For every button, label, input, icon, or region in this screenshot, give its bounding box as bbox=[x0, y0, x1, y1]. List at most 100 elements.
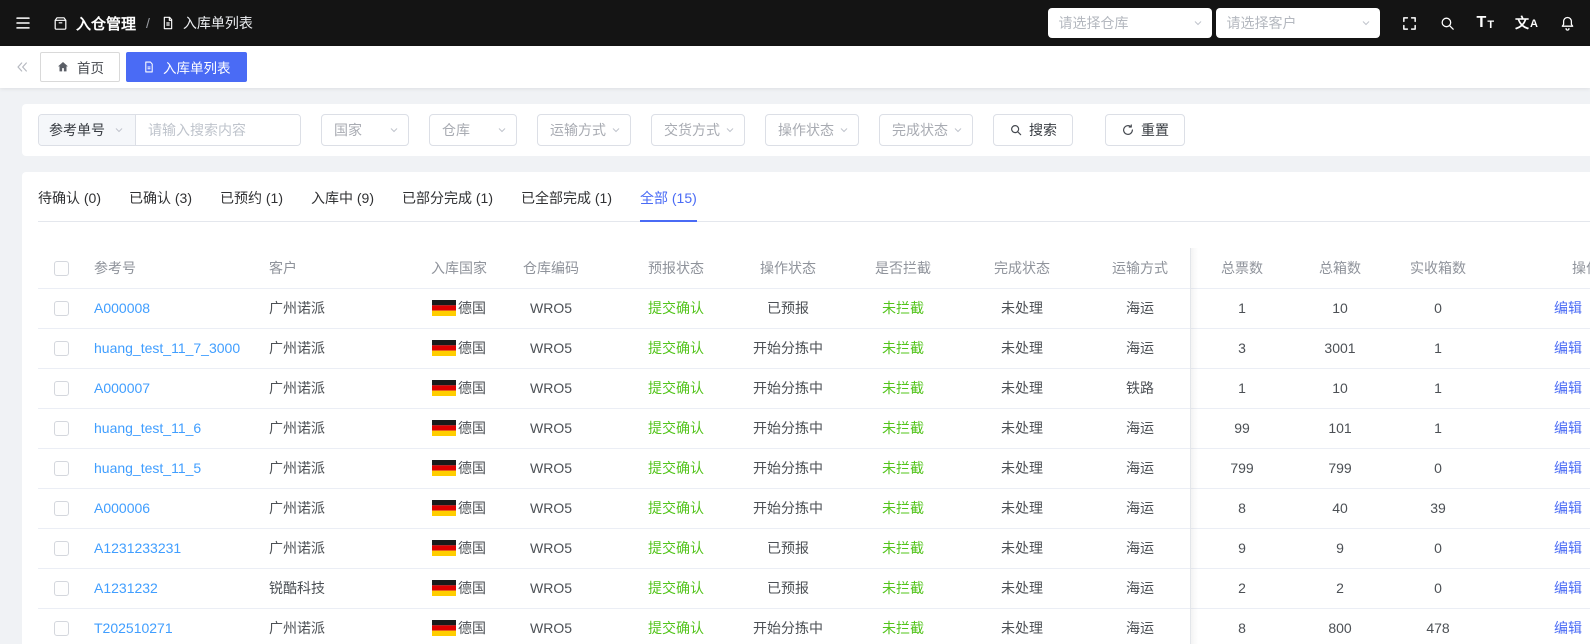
country-cell: 德国 bbox=[432, 618, 486, 638]
filter-select[interactable]: 交货方式 bbox=[651, 114, 745, 146]
row-checkbox[interactable] bbox=[53, 341, 69, 357]
total-boxes-cell: 2 bbox=[1274, 568, 1406, 609]
status-tab[interactable]: 已预约 (1) bbox=[220, 188, 283, 221]
customer-select[interactable]: 请选择客户 bbox=[1215, 8, 1380, 38]
table-row: T202510271 广州诺派 德国 WRO5 提交确认 开始分拣中 未拦截 未… bbox=[38, 608, 1590, 644]
edit-link[interactable]: 编辑 bbox=[1554, 540, 1582, 556]
country-cell: 德国 bbox=[432, 418, 486, 438]
total-boxes-cell: 10 bbox=[1274, 368, 1406, 409]
customer-cell: 广州诺派 bbox=[259, 288, 424, 329]
topbar-right: 请选择仓库 请选择客户 TT 文A bbox=[1044, 8, 1576, 38]
col-header-spacer bbox=[1470, 248, 1550, 289]
search-icon[interactable] bbox=[1439, 15, 1456, 32]
fullscreen-icon[interactable] bbox=[1401, 15, 1418, 32]
status-tab[interactable]: 全部 (15) bbox=[640, 188, 697, 222]
menu-toggle-icon[interactable] bbox=[14, 14, 32, 32]
row-checkbox[interactable] bbox=[53, 541, 69, 557]
breadcrumb-separator: / bbox=[146, 15, 150, 31]
filter-select-label: 运输方式 bbox=[550, 122, 606, 138]
filter-select-label: 交货方式 bbox=[664, 122, 720, 138]
forecast-status-cell: 提交确认 bbox=[608, 408, 744, 449]
reference-link[interactable]: A000007 bbox=[94, 380, 150, 396]
search-button[interactable]: 搜索 bbox=[993, 114, 1073, 146]
status-tab[interactable]: 待确认 (0) bbox=[38, 188, 101, 221]
tab-inbound-list[interactable]: 入库单列表 bbox=[126, 52, 247, 82]
operation-status-cell: 开始分拣中 bbox=[744, 608, 832, 644]
country-label: 德国 bbox=[458, 379, 486, 396]
reference-link[interactable]: huang_test_11_6 bbox=[94, 420, 201, 436]
refresh-icon bbox=[1121, 123, 1135, 137]
package-box-icon bbox=[52, 15, 69, 32]
reset-button[interactable]: 重置 bbox=[1105, 114, 1185, 146]
reference-link[interactable]: T202510271 bbox=[94, 620, 173, 636]
reference-link[interactable]: huang_test_11_7_3000 bbox=[94, 340, 240, 356]
col-header-intercept: 是否拦截 bbox=[832, 248, 974, 289]
reference-link[interactable]: A1231233231 bbox=[94, 540, 181, 556]
germany-flag-icon bbox=[432, 419, 456, 436]
operation-status-cell: 开始分拣中 bbox=[744, 408, 832, 449]
status-tab[interactable]: 入库中 (9) bbox=[311, 188, 374, 221]
total-boxes-cell: 40 bbox=[1274, 488, 1406, 529]
spacer-cell bbox=[1470, 568, 1550, 609]
tab-home[interactable]: 首页 bbox=[40, 52, 120, 82]
edit-link[interactable]: 编辑 bbox=[1554, 380, 1582, 396]
edit-link[interactable]: 编辑 bbox=[1554, 580, 1582, 596]
complete-status-cell: 未处理 bbox=[974, 448, 1070, 489]
translate-icon[interactable]: 文A bbox=[1515, 16, 1538, 30]
chevron-down-icon bbox=[388, 124, 400, 136]
row-checkbox[interactable] bbox=[53, 581, 69, 597]
edit-link[interactable]: 编辑 bbox=[1554, 340, 1582, 356]
col-header-forecast-status: 预报状态 bbox=[608, 248, 744, 289]
search-field-select[interactable]: 参考单号 bbox=[39, 115, 136, 145]
reference-link[interactable]: huang_test_11_5 bbox=[94, 460, 201, 476]
edit-link[interactable]: 编辑 bbox=[1554, 620, 1582, 636]
search-input[interactable] bbox=[136, 115, 300, 145]
row-checkbox[interactable] bbox=[53, 461, 69, 477]
edit-link[interactable]: 编辑 bbox=[1554, 420, 1582, 436]
reference-link[interactable]: A000008 bbox=[94, 300, 150, 316]
filter-select[interactable]: 国家 bbox=[321, 114, 409, 146]
col-header-complete-status: 完成状态 bbox=[974, 248, 1070, 289]
country-cell: 德国 bbox=[432, 378, 486, 398]
edit-link[interactable]: 编辑 bbox=[1554, 500, 1582, 516]
transport-cell: 海运 bbox=[1070, 408, 1210, 449]
breadcrumb-page[interactable]: 入库单列表 bbox=[160, 13, 253, 33]
document-icon bbox=[160, 15, 176, 31]
status-tab[interactable]: 已确认 (3) bbox=[129, 188, 192, 221]
total-tickets-cell: 8 bbox=[1210, 608, 1274, 644]
total-boxes-cell: 10 bbox=[1274, 288, 1406, 329]
edit-link[interactable]: 编辑 bbox=[1554, 460, 1582, 476]
filter-select[interactable]: 运输方式 bbox=[537, 114, 631, 146]
row-checkbox[interactable] bbox=[53, 301, 69, 317]
search-field-label: 参考单号 bbox=[49, 122, 105, 138]
filter-select[interactable]: 完成状态 bbox=[879, 114, 973, 146]
intercept-status-cell: 未拦截 bbox=[832, 608, 974, 644]
filter-select[interactable]: 操作状态 bbox=[765, 114, 859, 146]
collapse-double-chevron-icon[interactable] bbox=[14, 59, 30, 75]
edit-link[interactable]: 编辑 bbox=[1554, 300, 1582, 316]
row-checkbox[interactable] bbox=[53, 421, 69, 437]
font-size-icon[interactable]: TT bbox=[1477, 15, 1495, 31]
notifications-bell-icon[interactable] bbox=[1559, 15, 1576, 32]
filter-select[interactable]: 仓库 bbox=[429, 114, 517, 146]
col-header-operation-status: 操作状态 bbox=[744, 248, 832, 289]
germany-flag-icon bbox=[432, 539, 456, 556]
home-icon bbox=[56, 60, 70, 74]
breadcrumb-module[interactable]: 入仓管理 bbox=[52, 13, 136, 34]
status-tab[interactable]: 已部分完成 (1) bbox=[402, 188, 493, 221]
warehouse-select[interactable]: 请选择仓库 bbox=[1047, 8, 1212, 38]
transport-cell: 海运 bbox=[1070, 488, 1210, 529]
customer-cell: 广州诺派 bbox=[259, 328, 424, 369]
country-cell: 德国 bbox=[432, 298, 486, 318]
chevron-down-icon bbox=[724, 124, 736, 136]
row-checkbox[interactable] bbox=[53, 501, 69, 517]
status-tab-label: 已预约 (1) bbox=[220, 190, 283, 206]
row-checkbox[interactable] bbox=[53, 621, 69, 637]
row-checkbox[interactable] bbox=[53, 381, 69, 397]
country-label: 德国 bbox=[458, 579, 486, 596]
operation-status-cell: 开始分拣中 bbox=[744, 328, 832, 369]
reference-link[interactable]: A1231232 bbox=[94, 580, 158, 596]
reference-link[interactable]: A000006 bbox=[94, 500, 150, 516]
status-tab[interactable]: 已全部完成 (1) bbox=[521, 188, 612, 221]
select-all-checkbox[interactable] bbox=[53, 261, 69, 277]
